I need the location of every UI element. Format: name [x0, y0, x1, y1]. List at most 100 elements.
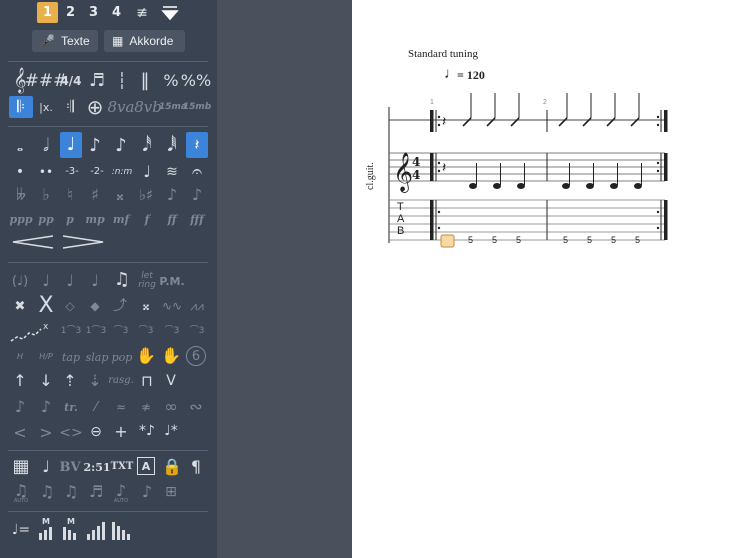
key-signature-icon[interactable]: ###: [25, 70, 68, 92]
dynamic-pp[interactable]: pp: [35, 210, 57, 228]
tremolo-bar-icon[interactable]: ⁄: [85, 396, 107, 418]
tab-fret-number[interactable]: 5: [611, 235, 616, 245]
boxed-text-icon[interactable]: A: [137, 457, 155, 475]
artificial-harmonic-icon[interactable]: ◆: [85, 296, 105, 316]
sixty-fourth-note-icon[interactable]: 𝅘𝅥𝅱: [162, 134, 182, 158]
triplet-icon[interactable]: -3-: [60, 162, 84, 182]
wah-open-icon[interactable]: +: [110, 420, 132, 444]
arrow-down-icon[interactable]: ↓: [36, 370, 56, 392]
sixteenth-note-icon[interactable]: ♪: [111, 134, 131, 158]
beam-all-icon[interactable]: ♬: [85, 480, 107, 504]
slide-icon-1[interactable]: 1⌒3: [60, 322, 82, 340]
slide-icon-2[interactable]: 1⌒3: [85, 322, 107, 340]
ottava-bassa-icon[interactable]: 8vb: [134, 96, 162, 118]
tab-fret-number[interactable]: 5: [587, 235, 592, 245]
brush-down-icon[interactable]: ⇣: [85, 370, 105, 392]
fade-in-icon[interactable]: <: [10, 422, 30, 444]
double-flat-icon[interactable]: 𝄫: [10, 184, 32, 206]
dynamic-mp[interactable]: mp: [84, 210, 106, 228]
half-note-icon[interactable]: 𝅗𝅥: [36, 134, 56, 158]
downstroke-icon[interactable]: ⊓: [137, 370, 157, 392]
tab-fret-number[interactable]: 5: [468, 235, 473, 245]
dynamic-ff[interactable]: ff: [161, 210, 183, 228]
collapse-voices-icon[interactable]: [158, 2, 182, 23]
repeat-measure-icon[interactable]: %: [162, 70, 180, 92]
stem-down-icon[interactable]: ♪: [136, 480, 158, 504]
double-dot-icon[interactable]: ••: [36, 162, 56, 182]
tab-fret-number[interactable]: 5: [635, 235, 640, 245]
tab-fret-number[interactable]: 5: [563, 235, 568, 245]
break-beam-icon[interactable]: ♫: [60, 480, 82, 504]
voice-1-button[interactable]: 1: [37, 2, 58, 23]
tie-icon[interactable]: ≋: [162, 160, 182, 184]
pop-icon[interactable]: pop: [110, 347, 134, 367]
bend-icon[interactable]: ⤴: [110, 296, 130, 316]
beam-split-icon[interactable]: ⊞: [160, 480, 182, 504]
volume-automation-icon[interactable]: [85, 516, 107, 542]
tab-fret-number[interactable]: 5: [516, 235, 521, 245]
natural-icon[interactable]: ♮: [60, 184, 80, 206]
quindicesima-icon[interactable]: 15ma: [159, 94, 187, 120]
auto-beam-icon[interactable]: ♫ AUTO: [10, 480, 32, 506]
lyrics-button[interactable]: 🎤 Texte: [32, 30, 98, 52]
dead-note-icon[interactable]: ✖: [10, 296, 30, 316]
score-page[interactable]: Standard tuning ♩ = 120 cl.guit. 1 2 𝄽 𝄞…: [352, 0, 748, 558]
beam-icon[interactable]: ♫: [36, 480, 58, 504]
palm-mute-icon[interactable]: P.M.: [159, 272, 184, 290]
inverted-turn-icon[interactable]: ∾: [185, 396, 207, 418]
tied-note-icon[interactable]: ♩: [137, 160, 157, 184]
pilcrow-icon[interactable]: ¶: [186, 456, 206, 478]
quindicesima-bassa-icon[interactable]: 15mb: [183, 94, 211, 120]
eighth-note-icon[interactable]: ♪: [85, 134, 105, 158]
rasgueado-icon[interactable]: rasg.: [108, 372, 134, 390]
chords-button[interactable]: ▦ Akkorde: [104, 30, 185, 52]
sharp-icon[interactable]: ♯: [85, 184, 105, 206]
brush-up-icon[interactable]: ⇡: [60, 370, 80, 392]
tap-icon[interactable]: tap: [60, 347, 82, 367]
slide-out-icon[interactable]: 𝄪: [134, 294, 158, 318]
tempo-automation-2-icon[interactable]: M: [60, 516, 82, 542]
stem-icon[interactable]: ♩: [36, 456, 56, 478]
repeat-start-icon[interactable]: 𝄆: [9, 96, 33, 118]
rake-icon[interactable]: x: [8, 318, 56, 344]
slap-icon[interactable]: slap: [84, 347, 110, 367]
tempo-icon[interactable]: ♩=: [10, 518, 32, 542]
wide-vibrato-icon[interactable]: ⩘⩘: [185, 296, 209, 316]
upstroke-icon[interactable]: V: [161, 370, 181, 392]
big-x-icon[interactable]: X: [36, 294, 56, 318]
dynamic-fff[interactable]: fff: [185, 210, 209, 228]
wah-closed-icon[interactable]: ⊖: [85, 420, 107, 444]
staccato-icon[interactable]: ♩: [85, 270, 105, 292]
ghost-note-icon[interactable]: (♩): [8, 270, 32, 292]
vibrato-icon[interactable]: ∿∿: [160, 296, 184, 316]
tremolo-picking-icon[interactable]: ≈: [110, 398, 132, 416]
tab-fret-number[interactable]: 5: [492, 235, 497, 245]
heavy-accent-icon[interactable]: ♩: [60, 270, 80, 292]
fermata-icon[interactable]: 𝄐: [186, 160, 208, 184]
dynamic-mf[interactable]: mf: [110, 210, 132, 228]
grace-note-after-icon[interactable]: ♪: [186, 184, 208, 206]
golpe-thumb-icon[interactable]: ♩*: [161, 418, 181, 444]
voice-4-button[interactable]: 4: [106, 2, 127, 23]
free-time-icon[interactable]: ♬: [84, 68, 110, 94]
accent-note-icon[interactable]: ♩: [36, 270, 56, 292]
chord-diagram-icon[interactable]: ▦: [10, 456, 32, 478]
dynamic-f[interactable]: f: [137, 210, 157, 228]
voice-2-button[interactable]: 2: [60, 2, 81, 23]
lock-icon[interactable]: 🔒: [162, 456, 182, 478]
grace-before-icon[interactable]: ♪: [10, 396, 30, 418]
tuplet-icon[interactable]: :n:m: [110, 162, 134, 182]
palm-hand-icon[interactable]: ✋: [136, 344, 156, 368]
slur-notes-icon[interactable]: ♫: [110, 268, 134, 292]
flat-sharp-icon[interactable]: ♭♯: [135, 184, 157, 206]
duplet-icon[interactable]: -2-: [85, 162, 109, 182]
grace-on-icon[interactable]: ♪: [36, 396, 56, 418]
decrescendo-icon[interactable]: [60, 234, 106, 250]
repeat-end-icon[interactable]: 𝄇: [62, 96, 78, 118]
double-sharp-icon[interactable]: 𝄪: [110, 184, 130, 206]
trill-icon[interactable]: tr.: [60, 398, 82, 416]
voice-3-button[interactable]: 3: [83, 2, 104, 23]
repeat-two-measures-icon[interactable]: %%: [181, 70, 211, 92]
quarter-note-icon[interactable]: ♩: [60, 132, 82, 158]
auto-stem-icon[interactable]: ♪ AUTO: [110, 480, 132, 506]
